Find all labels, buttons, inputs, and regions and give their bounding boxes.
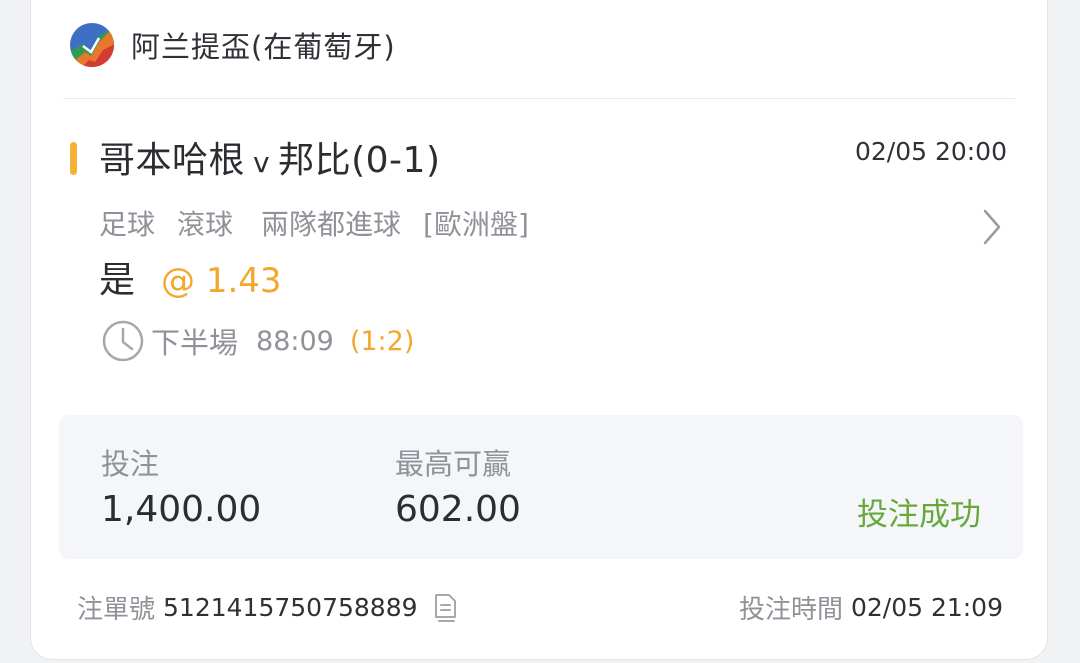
home-team: 哥本哈根 bbox=[99, 140, 246, 181]
chevron-right-icon[interactable] bbox=[981, 207, 1003, 247]
live-score: (1:2) bbox=[349, 325, 415, 357]
league-header: 阿兰提盃(在葡萄牙) bbox=[69, 21, 396, 69]
bet-type-label: 兩隊都進球 bbox=[261, 208, 402, 241]
away-team: 邦比(0-1) bbox=[278, 140, 441, 181]
match-period: 下半場 bbox=[151, 326, 239, 360]
placed-time-value: 02/05 21:09 bbox=[850, 593, 1003, 622]
match-accent-bar bbox=[70, 142, 77, 175]
ticket-number: 5121415750758889 bbox=[163, 593, 418, 622]
live-status: 下半場 88:09 (1:2) bbox=[101, 319, 414, 363]
match-clock: 88:09 bbox=[256, 325, 334, 357]
league-name: 阿兰提盃(在葡萄牙) bbox=[131, 30, 396, 64]
pick-row: 是 @ 1.43 bbox=[99, 251, 282, 303]
placed-time-label: 投注時間 bbox=[738, 595, 843, 625]
bet-mode-label: 滾球 bbox=[177, 208, 234, 241]
pick-odds: @ 1.43 bbox=[161, 261, 282, 301]
match-start-time: 02/05 20:00 bbox=[854, 137, 1007, 166]
odds-format-label: [歐洲盤] bbox=[423, 208, 529, 241]
bet-card: 阿兰提盃(在葡萄牙) 哥本哈根 v 邦比(0-1) 02/05 20:00 足球 滾… bbox=[30, 0, 1048, 660]
max-win-label: 最高可贏 bbox=[395, 447, 512, 481]
match-title[interactable]: 哥本哈根 v 邦比(0-1) bbox=[99, 131, 440, 183]
ticket-label: 注單號 bbox=[77, 595, 156, 625]
stake-value: 1,400.00 bbox=[101, 489, 262, 530]
sport-label: 足球 bbox=[99, 208, 156, 241]
stake-panel: 投注 1,400.00 最高可贏 602.00 投注成功 bbox=[59, 415, 1023, 559]
ticket-info: 注單號 5121415750758889 bbox=[77, 589, 458, 626]
market-info[interactable]: 足球 滾球 兩隊都進球 [歐洲盤] bbox=[99, 203, 551, 243]
league-logo-icon bbox=[70, 23, 114, 67]
bet-status: 投注成功 bbox=[857, 497, 981, 533]
header-divider bbox=[63, 98, 1015, 99]
max-win-value: 602.00 bbox=[395, 489, 521, 530]
pick-selection: 是 bbox=[99, 260, 136, 301]
versus-label: v bbox=[253, 146, 271, 179]
stake-label: 投注 bbox=[101, 447, 160, 481]
clock-icon bbox=[102, 320, 144, 362]
copy-icon[interactable] bbox=[432, 592, 458, 624]
placed-time-info: 投注時間 02/05 21:09 bbox=[739, 589, 1003, 626]
